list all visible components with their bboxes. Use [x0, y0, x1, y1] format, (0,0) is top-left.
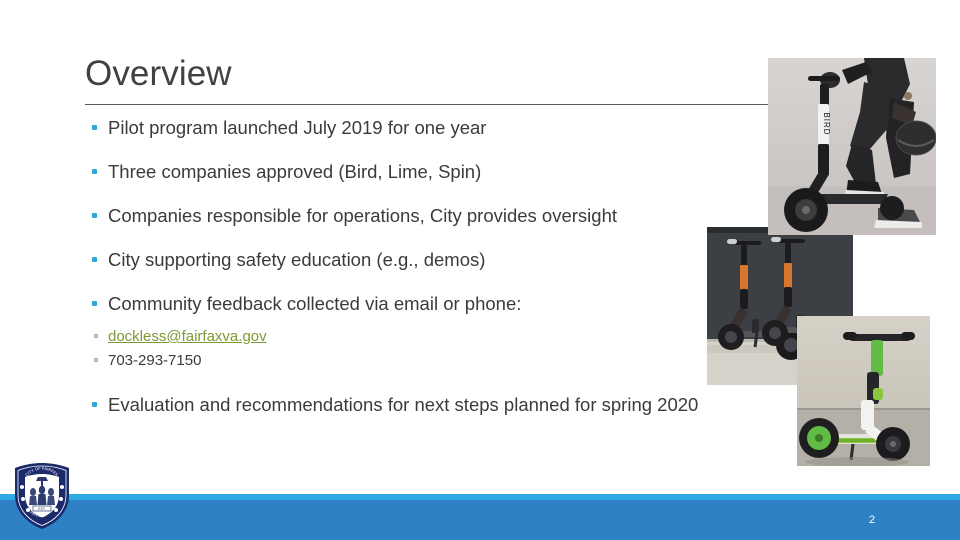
sub-bullet-item: dockless@fairfaxva.gov — [85, 325, 710, 349]
sub-bullet-list: dockless@fairfaxva.gov 703-293-7150 — [85, 325, 710, 373]
bullet-item: Pilot program launched July 2019 for one… — [85, 115, 710, 141]
sub-bullet-item: 703-293-7150 — [85, 349, 710, 373]
lime-scooter-image — [797, 316, 930, 466]
page-number: 2 — [868, 514, 876, 526]
slide-canvas: Overview Pilot program launched July 201… — [0, 0, 960, 540]
bullet-item: Evaluation and recommendations for next … — [85, 392, 710, 418]
lime-scooter-photo — [797, 316, 930, 466]
bird-scooter-rider-image: BIRD — [768, 58, 936, 235]
email-link[interactable]: dockless@fairfaxva.gov — [108, 328, 267, 345]
bullet-item: Community feedback collected via email o… — [85, 291, 710, 317]
bullet-item: Three companies approved (Bird, Lime, Sp… — [85, 159, 710, 185]
footer-band — [0, 500, 960, 540]
bullet-item: City supporting safety education (e.g., … — [85, 247, 710, 273]
city-seal-image: EST. CITY OF FAIRFAX VIRGINIA — [15, 463, 69, 529]
svg-text:EST.: EST. — [38, 507, 45, 511]
city-of-fairfax-seal: EST. CITY OF FAIRFAX VIRGINIA — [9, 461, 75, 531]
bird-scooter-rider-photo: BIRD — [768, 58, 936, 235]
bullet-list: Pilot program launched July 2019 for one… — [85, 115, 710, 436]
svg-text:BIRD: BIRD — [822, 112, 831, 135]
bullet-item: Companies responsible for operations, Ci… — [85, 203, 710, 229]
page-title: Overview — [85, 54, 232, 93]
title-divider — [85, 104, 769, 105]
